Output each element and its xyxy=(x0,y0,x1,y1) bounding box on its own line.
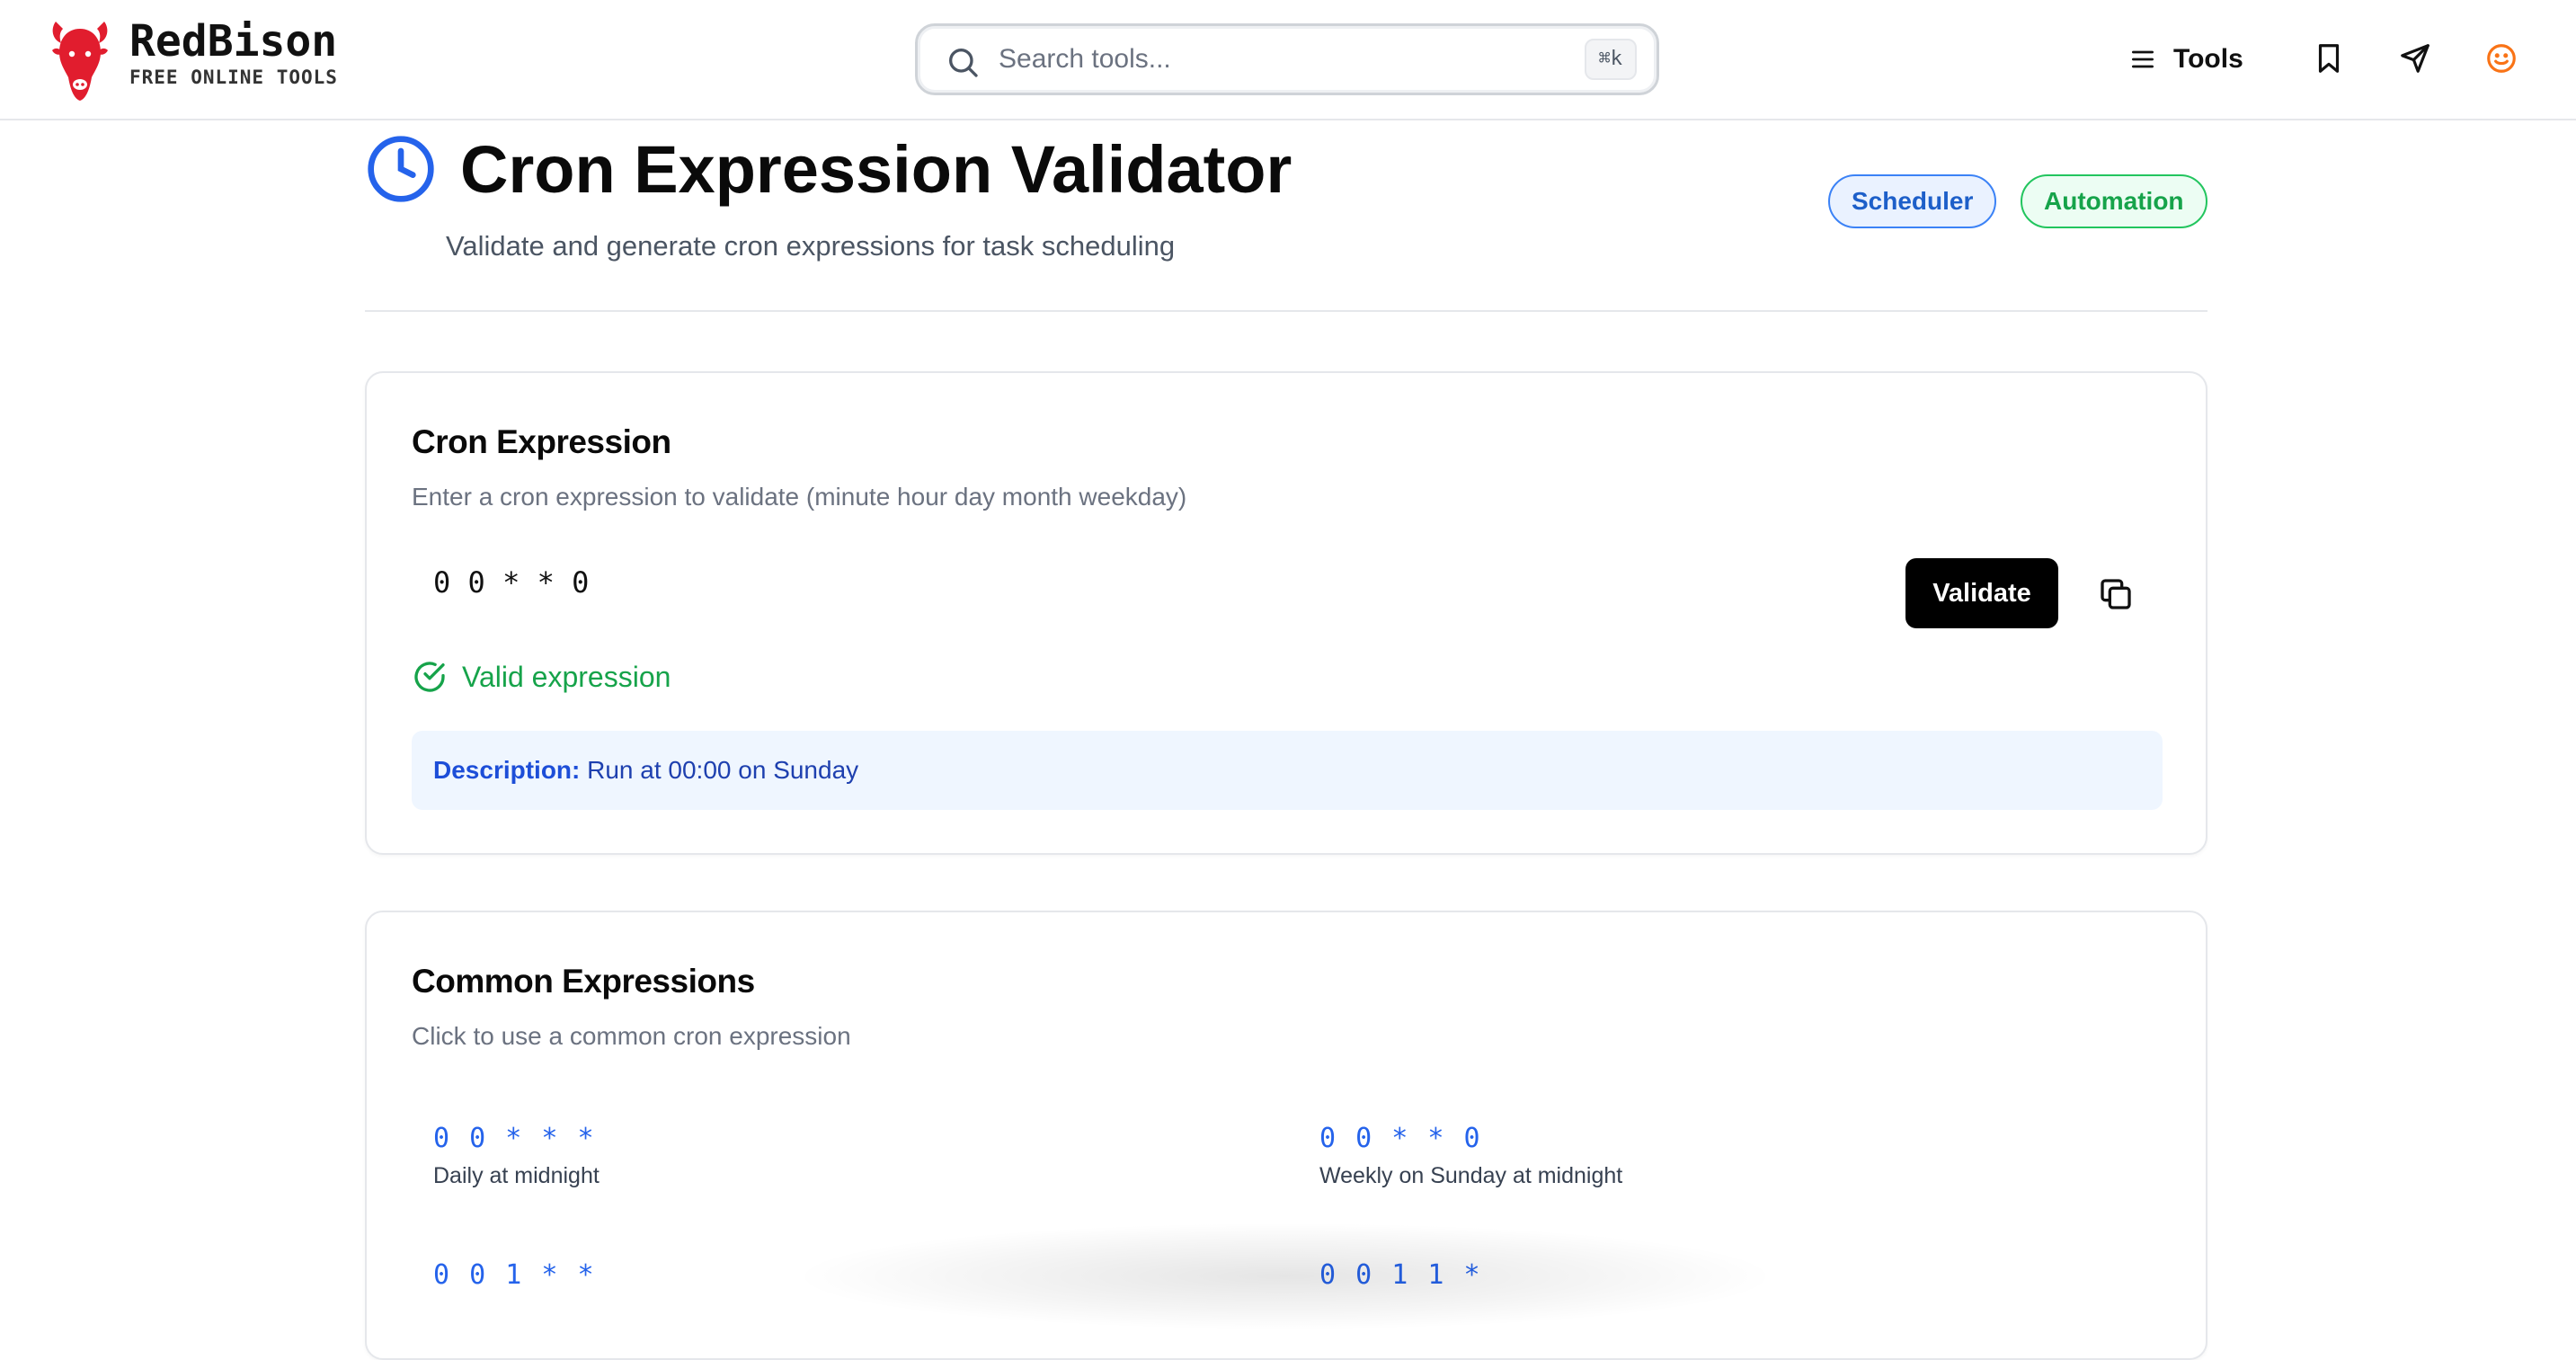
brand-text: RedBison FREE ONLINE TOOLS xyxy=(129,18,338,90)
expression-code: 0 0 * * 0 xyxy=(1319,1123,1482,1154)
page-title: Cron Expression Validator xyxy=(460,132,1292,207)
tools-menu-label: Tools xyxy=(2173,44,2243,74)
send-icon xyxy=(2401,44,2429,73)
description-value: Run at 00:00 on Sunday xyxy=(587,756,859,784)
validation-status-text: Valid expression xyxy=(462,660,671,693)
search-input[interactable] xyxy=(997,37,1572,82)
smile-icon xyxy=(2487,44,2516,73)
common-card-title: Common Expressions xyxy=(412,963,755,1000)
menu-icon xyxy=(2132,50,2154,68)
common-expression-item[interactable]: 0 0 1 * * xyxy=(433,1259,1242,1300)
theme-toggle-button[interactable] xyxy=(2484,41,2518,76)
brand-name: RedBison xyxy=(129,16,338,67)
expression-code: 0 0 1 1 * xyxy=(1319,1259,1482,1291)
bookmark-icon xyxy=(2318,44,2340,73)
brand-logo-link[interactable]: RedBison FREE ONLINE TOOLS xyxy=(47,16,338,102)
copy-button[interactable] xyxy=(2098,576,2134,612)
expression-code: 0 0 * * * xyxy=(433,1123,596,1154)
cron-card-description: Enter a cron expression to validate (min… xyxy=(412,483,1187,511)
brand-tagline: FREE ONLINE TOOLS xyxy=(129,67,338,88)
common-expression-item[interactable]: 0 0 1 1 * xyxy=(1319,1259,2128,1300)
cron-expression-input[interactable] xyxy=(412,549,1886,616)
send-feedback-button[interactable] xyxy=(2398,41,2432,76)
badge-scheduler[interactable]: Scheduler xyxy=(1828,174,1997,228)
badge-automation[interactable]: Automation xyxy=(2021,174,2207,228)
validation-status: Valid expression xyxy=(412,659,671,695)
cron-card-title: Cron Expression xyxy=(412,423,671,460)
expression-label: Weekly on Sunday at midnight xyxy=(1319,1163,1623,1188)
validate-button[interactable]: Validate xyxy=(1905,558,2058,628)
title-divider xyxy=(365,310,2207,312)
search-shortcut-hint: ⌘k xyxy=(1584,39,1637,80)
tools-menu-button[interactable]: Tools xyxy=(2128,34,2243,84)
expression-code: 0 0 1 * * xyxy=(433,1259,596,1291)
page-subtitle: Validate and generate cron expressions f… xyxy=(446,230,1176,262)
search-icon xyxy=(949,49,978,77)
common-expression-item[interactable]: 0 0 * * 0 Weekly on Sunday at midnight xyxy=(1319,1123,2128,1189)
expression-description-box: Description: Run at 00:00 on Sunday xyxy=(412,731,2163,810)
bookmark-button[interactable] xyxy=(2312,41,2346,76)
common-card-description: Click to use a common cron expression xyxy=(412,1022,851,1050)
copy-icon xyxy=(2101,579,2131,609)
clock-icon xyxy=(368,136,434,202)
common-expressions-card: Common Expressions Click to use a common… xyxy=(365,911,2207,1360)
check-circle-icon xyxy=(414,662,445,692)
cron-expression-card: Cron Expression Enter a cron expression … xyxy=(365,371,2207,855)
site-header: RedBison FREE ONLINE TOOLS ⌘k Tools xyxy=(0,0,2576,120)
expression-label: Daily at midnight xyxy=(433,1163,600,1188)
description-label: Description: xyxy=(433,756,581,784)
search-box[interactable]: ⌘k xyxy=(915,23,1659,95)
common-expression-item[interactable]: 0 0 * * * Daily at midnight xyxy=(433,1123,1242,1189)
bison-logo-icon xyxy=(52,22,108,101)
